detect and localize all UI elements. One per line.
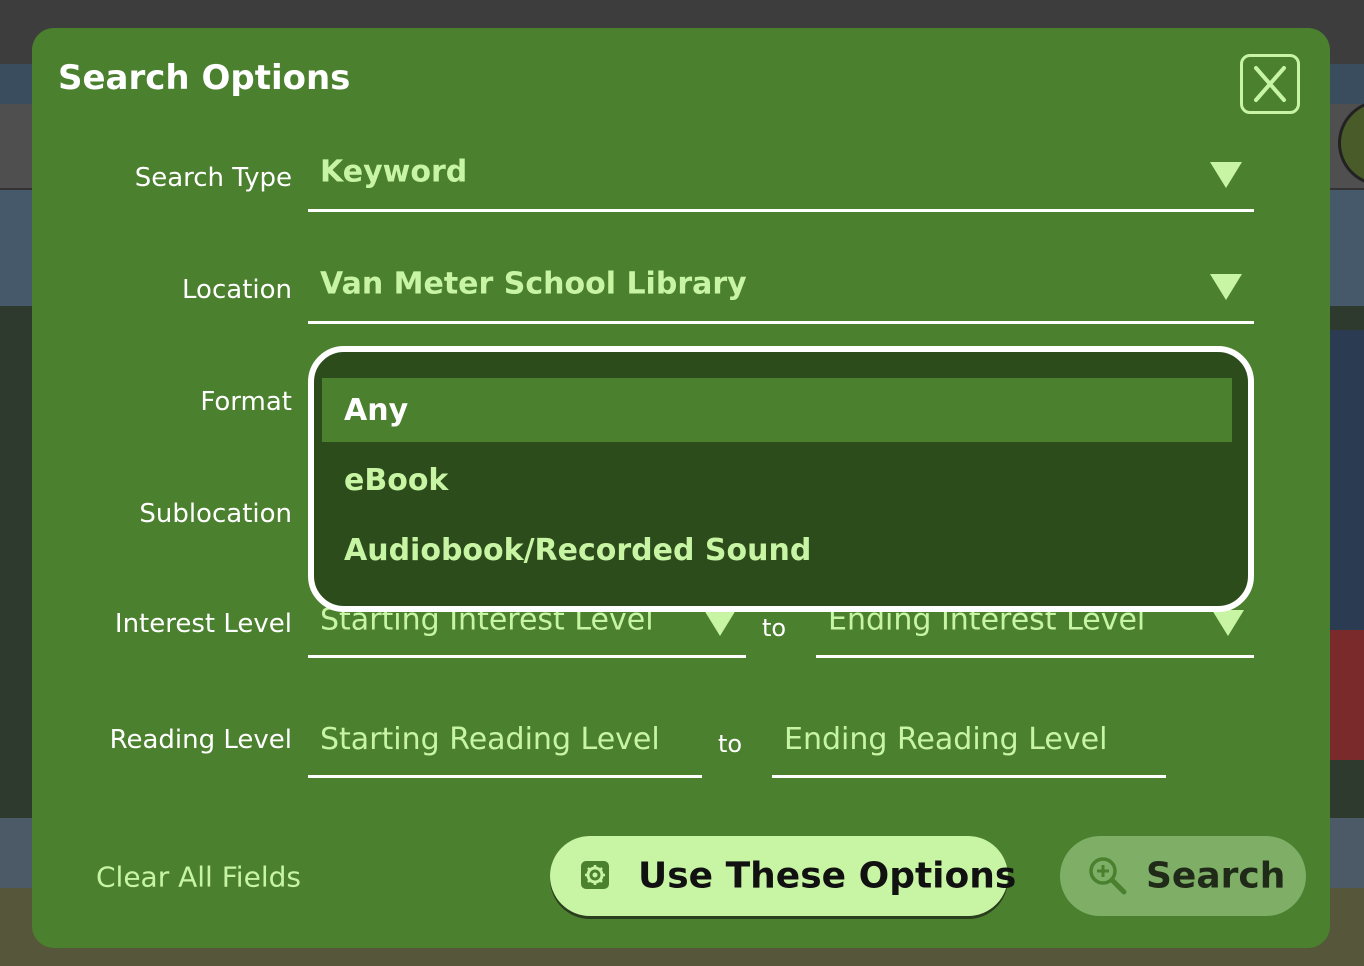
- format-option-any[interactable]: Any: [322, 378, 1232, 442]
- chevron-down-icon: [1212, 610, 1244, 636]
- format-dropdown-list[interactable]: Any eBook Audiobook/Recorded Sound: [308, 346, 1254, 612]
- search-type-value: Keyword: [320, 154, 468, 190]
- chevron-down-icon: [704, 610, 736, 636]
- chevron-down-icon: [1210, 162, 1242, 188]
- search-options-modal: Search Options Search Type Keyword Locat…: [32, 28, 1330, 948]
- close-icon: [1254, 66, 1286, 102]
- use-these-options-label: Use These Options: [638, 855, 1017, 897]
- location-value: Van Meter School Library: [320, 266, 747, 302]
- interest-level-label: Interest Level: [114, 609, 292, 639]
- close-button[interactable]: [1240, 54, 1300, 114]
- format-option-ebook[interactable]: eBook: [322, 448, 1232, 512]
- reading-level-label: Reading Level: [109, 725, 292, 755]
- interest-level-to-label: to: [762, 614, 787, 642]
- chevron-down-icon: [1210, 274, 1242, 300]
- gear-icon: [581, 861, 609, 889]
- zoom-in-search-icon: [1089, 857, 1127, 895]
- search-button[interactable]: Search: [1060, 836, 1306, 916]
- sublocation-label: Sublocation: [139, 499, 292, 529]
- search-button-label: Search: [1146, 855, 1286, 897]
- reading-level-to-label: to: [718, 730, 743, 758]
- search-type-select[interactable]: Keyword: [308, 140, 1254, 212]
- format-option-audiobook[interactable]: Audiobook/Recorded Sound: [322, 518, 1232, 582]
- format-label: Format: [200, 387, 292, 417]
- starting-reading-level-input[interactable]: [308, 704, 702, 778]
- background-book-cover-2: [1330, 630, 1364, 760]
- location-label: Location: [182, 275, 292, 305]
- ending-reading-level-input[interactable]: [772, 704, 1166, 778]
- use-these-options-button[interactable]: Use These Options: [550, 836, 1016, 916]
- search-type-label: Search Type: [134, 163, 292, 193]
- background-book-cover: [1330, 330, 1364, 630]
- location-select[interactable]: Van Meter School Library: [308, 252, 1254, 324]
- clear-all-fields-link[interactable]: Clear All Fields: [96, 861, 301, 894]
- modal-title: Search Options: [58, 58, 351, 98]
